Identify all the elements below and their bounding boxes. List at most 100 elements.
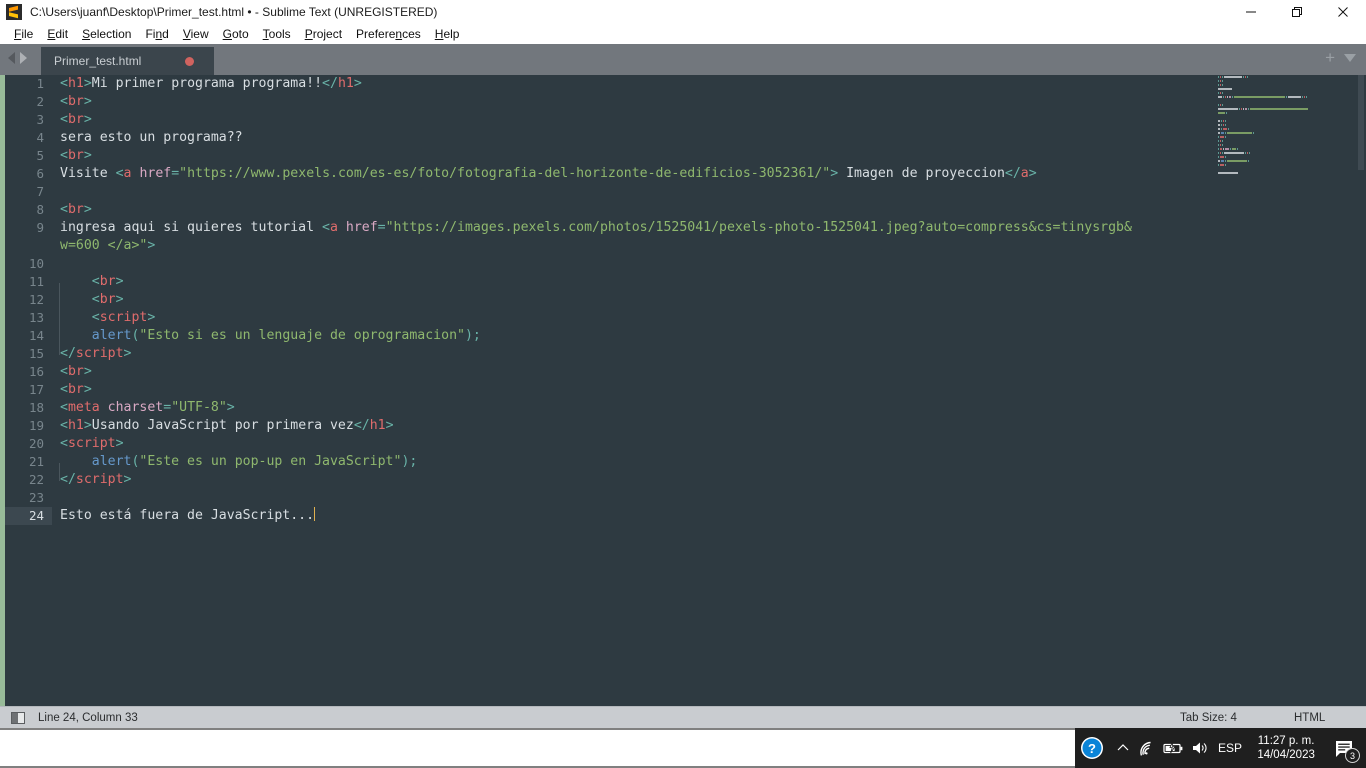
arrow-left-icon[interactable]: [8, 52, 15, 64]
token-punct: =: [163, 400, 172, 415]
code-line[interactable]: ingresa aqui si quieres tutorial <a href…: [52, 219, 1366, 237]
language-indicator[interactable]: ESP: [1212, 728, 1248, 768]
minimap-token: [1218, 88, 1232, 90]
menu-item-preferences[interactable]: Preferences: [349, 25, 428, 43]
minimap-token: [1218, 152, 1219, 154]
code-line[interactable]: alert("Este es un pop-up en JavaScript")…: [52, 453, 1366, 471]
chevron-down-icon[interactable]: [1344, 53, 1356, 62]
code-line[interactable]: </script>: [52, 471, 1366, 489]
code-line[interactable]: <h1>Mi primer programa programa!!</h1>: [52, 75, 1366, 93]
code-editor[interactable]: 1 2 3 4 5 6 7 8 9 10 11 12 13 14 15 16 17 18 19 20 21 22 23 24 …: [0, 75, 1366, 706]
code-line[interactable]: sera esto un programa??: [52, 129, 1366, 147]
minimap-token: [1304, 96, 1305, 98]
chevron-up-icon[interactable]: [1109, 728, 1136, 768]
token-punct: >: [83, 148, 92, 163]
minimize-icon[interactable]: [1228, 0, 1274, 23]
code-line[interactable]: <br>: [52, 291, 1366, 309]
menu-item-project[interactable]: Project: [298, 25, 349, 43]
token-punct: >: [83, 202, 92, 217]
token-attr: href: [139, 166, 172, 181]
tab-primer-test-html[interactable]: Primer_test.html: [41, 47, 214, 75]
token-text: Esto está fuera de JavaScript...: [60, 508, 315, 523]
title-bar: C:\Users\juanf\Desktop\Primer_test.html …: [0, 0, 1366, 23]
token-punct: <: [322, 220, 330, 235]
minimap-token: [1223, 124, 1224, 126]
tab-size-label[interactable]: Tab Size: 4: [1180, 712, 1237, 724]
menu-item-view[interactable]: View: [176, 25, 216, 43]
token-tag: br: [99, 292, 116, 307]
help-circle-icon[interactable]: ?: [1075, 728, 1109, 768]
token-punct: <: [91, 292, 100, 307]
minimap[interactable]: [1210, 75, 1366, 706]
minimap-token: [1222, 144, 1223, 146]
code-line[interactable]: <br>: [52, 363, 1366, 381]
minimap-token: [1225, 124, 1226, 126]
tab-label: Primer_test.html: [54, 54, 142, 68]
sidebar-toggle-icon[interactable]: [11, 711, 25, 724]
restore-icon[interactable]: [1274, 0, 1320, 23]
code-line[interactable]: </script>: [52, 345, 1366, 363]
code-line[interactable]: w=600 </a>">: [52, 237, 1366, 255]
code-line[interactable]: <br>: [52, 201, 1366, 219]
menu-item-file[interactable]: File: [7, 25, 40, 43]
code-line[interactable]: <br>: [52, 273, 1366, 291]
code-line[interactable]: <br>: [52, 381, 1366, 399]
notification-badge: 3: [1344, 748, 1360, 763]
minimap-token: [1253, 132, 1254, 134]
plus-icon[interactable]: +: [1325, 49, 1335, 66]
menu-item-goto[interactable]: Goto: [216, 25, 256, 43]
token-punct: =: [171, 166, 180, 181]
window-title: C:\Users\juanf\Desktop\Primer_test.html …: [30, 4, 438, 19]
battery-charging-icon[interactable]: [1161, 728, 1188, 768]
minimap-token: [1223, 96, 1224, 98]
code-line[interactable]: [52, 255, 1366, 273]
code-line[interactable]: <br>: [52, 147, 1366, 165]
tab-scroll-arrows: [8, 52, 27, 64]
menu-item-selection[interactable]: Selection: [75, 25, 138, 43]
close-icon[interactable]: [1320, 0, 1366, 23]
line-number: 24: [5, 507, 52, 525]
minimap-token: [1250, 108, 1308, 110]
minimap-token: [1223, 148, 1224, 150]
menu-item-help[interactable]: Help: [428, 25, 467, 43]
code-line[interactable]: [52, 489, 1366, 507]
indent-guide: [59, 463, 60, 481]
minimap-token: [1218, 96, 1222, 98]
code-line[interactable]: [52, 183, 1366, 201]
code-line[interactable]: alert("Esto si es un lenguaje de oprogra…: [52, 327, 1366, 345]
token-punct: >: [385, 418, 394, 433]
menu-item-find[interactable]: Find: [138, 25, 175, 43]
tab-unsaved-indicator[interactable]: [185, 57, 194, 66]
token-punct: <: [60, 76, 68, 91]
minimap-token: [1288, 96, 1301, 98]
code-line[interactable]: <script>: [52, 309, 1366, 327]
line-number: 14: [28, 328, 44, 343]
code-content[interactable]: <h1>Mi primer programa programa!!</h1> <b…: [52, 75, 1366, 706]
code-line[interactable]: <br>: [52, 111, 1366, 129]
clock-date[interactable]: 14/04/2023: [1257, 748, 1315, 762]
minimap-token: [1220, 84, 1221, 86]
speaker-icon[interactable]: [1187, 728, 1212, 768]
token-punct: <: [60, 94, 68, 109]
minimap-viewport-handle[interactable]: [1358, 75, 1364, 170]
code-line[interactable]: <br>: [52, 93, 1366, 111]
wifi-icon[interactable]: [1136, 728, 1161, 768]
code-line[interactable]: <h1>Usando JavaScript por primera vez</h…: [52, 417, 1366, 435]
code-line[interactable]: <meta charset="UTF-8">: [52, 399, 1366, 417]
minimap-token: [1221, 132, 1224, 134]
token-fn: alert: [91, 454, 132, 469]
menu-item-edit[interactable]: Edit: [40, 25, 75, 43]
svg-text:?: ?: [1088, 741, 1096, 756]
minimap-token: [1237, 148, 1238, 150]
menu-item-tools[interactable]: Tools: [256, 25, 298, 43]
notification-icon[interactable]: 3: [1324, 728, 1366, 768]
syntax-mode-label[interactable]: HTML: [1294, 712, 1325, 724]
code-line[interactable]: <script>: [52, 435, 1366, 453]
minimap-token: [1232, 96, 1233, 98]
code-line[interactable]: Visite < a href="https://www.pexels.com/e…: [52, 165, 1366, 183]
arrow-right-icon[interactable]: [20, 52, 27, 64]
token-punct: </: [60, 472, 76, 487]
code-line[interactable]: Esto está fuera de JavaScript...: [52, 507, 1366, 525]
line-number-wrap: [5, 237, 52, 255]
clock-time[interactable]: 11:27 p. m.: [1258, 734, 1315, 748]
